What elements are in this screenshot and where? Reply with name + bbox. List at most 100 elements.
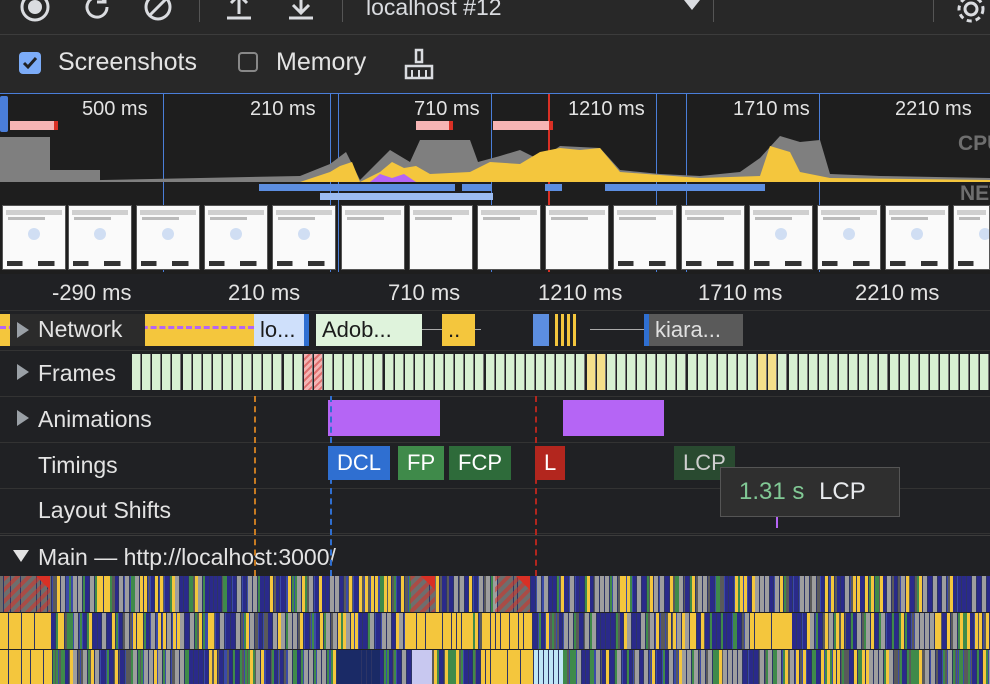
screenshot-thumbnail[interactable] xyxy=(613,205,677,270)
flame-slice[interactable] xyxy=(640,650,643,684)
flame-slice[interactable] xyxy=(268,613,272,649)
screenshot-thumbnail[interactable] xyxy=(68,205,132,270)
flame-slice[interactable] xyxy=(660,576,664,612)
flame-slice[interactable] xyxy=(274,650,277,684)
flame-slice[interactable] xyxy=(669,650,673,684)
flame-slice[interactable] xyxy=(765,576,769,612)
flame-slice[interactable] xyxy=(841,613,844,649)
flame-slice[interactable] xyxy=(399,613,403,649)
flame-slice[interactable] xyxy=(553,576,556,612)
network-request-bar[interactable] xyxy=(555,314,577,346)
flame-slice[interactable] xyxy=(582,650,585,684)
flame-slice[interactable] xyxy=(723,650,727,684)
flame-slice[interactable] xyxy=(380,650,383,684)
flame-slice[interactable] xyxy=(112,613,115,649)
flame-slice[interactable] xyxy=(166,650,170,684)
download-icon[interactable] xyxy=(286,0,316,22)
flame-slice[interactable] xyxy=(613,576,617,612)
flame-slice[interactable] xyxy=(919,576,922,612)
flame-slice[interactable] xyxy=(705,613,709,649)
frame-bar[interactable] xyxy=(828,354,838,390)
screenshot-thumbnail[interactable] xyxy=(749,205,813,270)
flame-slice[interactable] xyxy=(151,576,154,612)
expand-network-icon[interactable] xyxy=(17,322,29,338)
flame-slice[interactable] xyxy=(723,613,726,649)
flame-slice[interactable] xyxy=(729,576,733,612)
flame-slice[interactable] xyxy=(100,576,103,612)
flame-slice[interactable] xyxy=(549,650,553,684)
flame-slice[interactable] xyxy=(737,613,741,649)
frame-bar[interactable] xyxy=(667,354,677,390)
frame-bar[interactable] xyxy=(253,354,263,390)
flame-slice[interactable] xyxy=(928,576,932,612)
flame-slice[interactable] xyxy=(837,650,840,684)
frame-bar[interactable] xyxy=(778,354,788,390)
frame-bar[interactable] xyxy=(727,354,737,390)
flame-slice[interactable] xyxy=(632,613,636,649)
frame-bar[interactable] xyxy=(849,354,859,390)
frame-bar[interactable] xyxy=(536,354,545,390)
flame-slice[interactable] xyxy=(248,576,252,612)
flame-slice[interactable] xyxy=(184,576,188,612)
flame-slice[interactable] xyxy=(158,650,162,684)
flame-slice[interactable] xyxy=(597,613,600,649)
flame-slice[interactable] xyxy=(194,650,198,684)
frame-bar[interactable] xyxy=(445,354,455,390)
flame-slice[interactable] xyxy=(925,613,929,649)
overview-left-handle[interactable] xyxy=(0,96,8,132)
timing-load[interactable]: L xyxy=(535,446,566,480)
flame-slice[interactable] xyxy=(133,650,137,684)
flame-slice[interactable] xyxy=(464,650,468,684)
flame-slice[interactable] xyxy=(363,613,367,649)
flame-slice[interactable] xyxy=(335,576,339,612)
frame-bar[interactable] xyxy=(273,354,283,390)
flame-slice[interactable] xyxy=(933,576,937,612)
timing-fcp[interactable]: FCP xyxy=(449,446,511,480)
flame-slice[interactable] xyxy=(227,576,231,612)
frame-bar[interactable] xyxy=(505,354,515,390)
flame-slice[interactable] xyxy=(486,650,490,684)
flame-slice[interactable] xyxy=(293,613,297,649)
flame-slice[interactable] xyxy=(544,576,548,612)
flame-slice[interactable] xyxy=(818,613,822,649)
flame-slice[interactable] xyxy=(760,650,764,684)
frame-bar[interactable] xyxy=(404,354,414,390)
frame-bar[interactable] xyxy=(909,354,919,390)
flame-slice[interactable] xyxy=(665,650,668,684)
flame-slice[interactable] xyxy=(304,650,308,684)
frame-bar[interactable] xyxy=(374,354,384,390)
flame-slice[interactable] xyxy=(26,650,30,684)
frame-bar[interactable] xyxy=(394,354,404,390)
flame-slice[interactable] xyxy=(623,650,626,684)
flame-slice[interactable] xyxy=(465,576,468,612)
flame-slice[interactable] xyxy=(889,650,893,684)
flame-slice[interactable] xyxy=(962,576,966,612)
flame-slice[interactable] xyxy=(236,613,240,649)
flame-slice[interactable] xyxy=(710,576,714,612)
flame-slice[interactable] xyxy=(894,613,898,649)
flame-slice[interactable] xyxy=(698,576,702,612)
flame-slice[interactable] xyxy=(281,613,285,649)
flame-slice[interactable] xyxy=(979,613,982,649)
flame-slice[interactable] xyxy=(65,650,68,684)
flame-slice[interactable] xyxy=(85,576,89,612)
flame-slice[interactable] xyxy=(528,613,532,649)
flame-slice[interactable] xyxy=(977,576,981,612)
flame-slice[interactable] xyxy=(829,613,833,649)
flame-slice[interactable] xyxy=(180,650,184,684)
frame-bar[interactable] xyxy=(172,354,182,390)
flame-slice[interactable] xyxy=(83,650,87,684)
flame-slice[interactable] xyxy=(633,576,636,612)
flame-slice[interactable] xyxy=(115,650,118,684)
frame-bar[interactable] xyxy=(626,354,636,390)
flame-slice[interactable] xyxy=(389,650,392,684)
flame-slice[interactable] xyxy=(755,576,759,612)
screenshot-thumbnail[interactable] xyxy=(885,205,949,270)
chevron-down-icon[interactable] xyxy=(684,0,700,10)
flame-slice[interactable] xyxy=(853,576,856,612)
flame-slice[interactable] xyxy=(865,576,868,612)
flame-slice[interactable] xyxy=(942,613,946,649)
frame-bar[interactable] xyxy=(960,354,970,390)
flame-slice[interactable] xyxy=(250,613,254,649)
flame-slice[interactable] xyxy=(175,650,179,684)
